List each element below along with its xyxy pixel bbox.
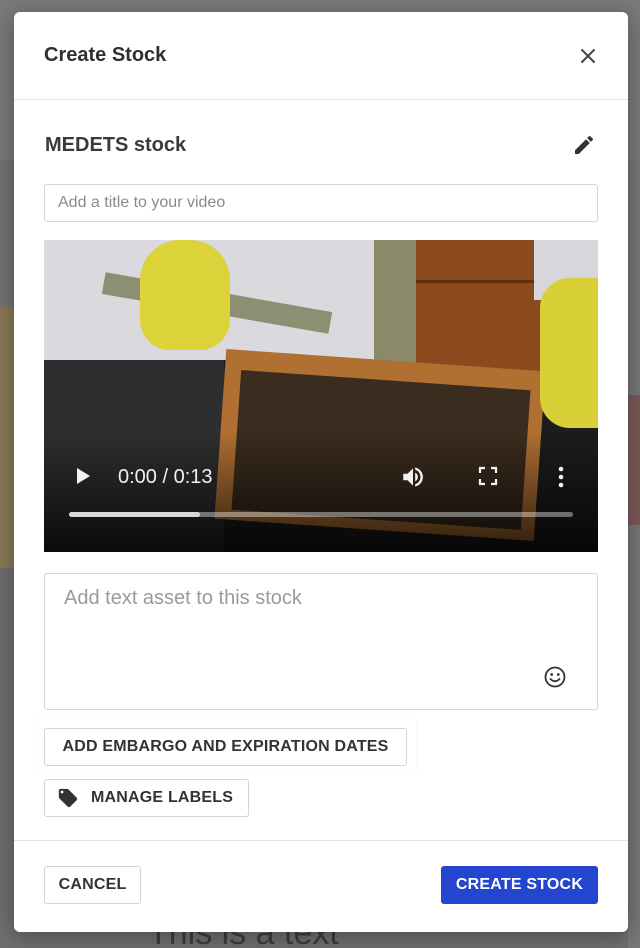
manage-labels-label: MANAGE LABELS — [91, 789, 234, 806]
volume-button[interactable] — [400, 464, 426, 490]
emoji-picker-button[interactable] — [543, 665, 567, 689]
close-icon — [581, 48, 595, 63]
close-button[interactable] — [572, 40, 604, 72]
play-button[interactable] — [70, 464, 94, 488]
dialog-footer: CANCEL CREATE STOCK — [14, 840, 628, 932]
video-controls: 0:00 / 0:13 — [44, 454, 598, 524]
background-column-right — [628, 160, 640, 948]
video-time: 0:00 / 0:13 — [118, 466, 213, 488]
video-player[interactable]: 0:00 / 0:13 — [44, 240, 598, 552]
create-stock-dialog: Create Stock MEDETS stock Add a title to… — [14, 12, 628, 932]
fullscreen-icon — [478, 466, 498, 486]
stock-name: MEDETS stock — [45, 133, 187, 156]
fullscreen-button[interactable] — [476, 464, 500, 488]
cancel-button[interactable]: CANCEL — [44, 866, 141, 904]
volume-icon — [403, 467, 423, 487]
background-thumbnail-left — [0, 308, 14, 568]
play-icon — [77, 468, 90, 484]
create-stock-button[interactable]: CREATE STOCK — [441, 866, 598, 904]
stock-name-row: MEDETS stock — [45, 130, 599, 160]
dialog-header: Create Stock — [14, 12, 628, 100]
video-more-options-button[interactable] — [552, 464, 570, 490]
manage-labels-button[interactable]: MANAGE LABELS — [44, 779, 249, 817]
tag-icon — [58, 788, 78, 808]
dialog-title: Create Stock — [44, 44, 167, 66]
emoji-icon — [544, 666, 566, 688]
video-title-input[interactable] — [44, 184, 598, 222]
background-thumbnail-right — [628, 395, 640, 525]
edit-stock-name-button[interactable] — [569, 130, 599, 160]
more-vertical-icon — [558, 466, 564, 488]
video-progress-bar[interactable] — [69, 512, 573, 517]
video-progress-fill — [69, 512, 201, 517]
text-asset-field — [44, 573, 598, 710]
pencil-icon — [575, 135, 594, 154]
text-asset-input[interactable] — [45, 574, 597, 709]
add-embargo-dates-button[interactable]: ADD EMBARGO AND EXPIRATION DATES — [44, 728, 407, 766]
